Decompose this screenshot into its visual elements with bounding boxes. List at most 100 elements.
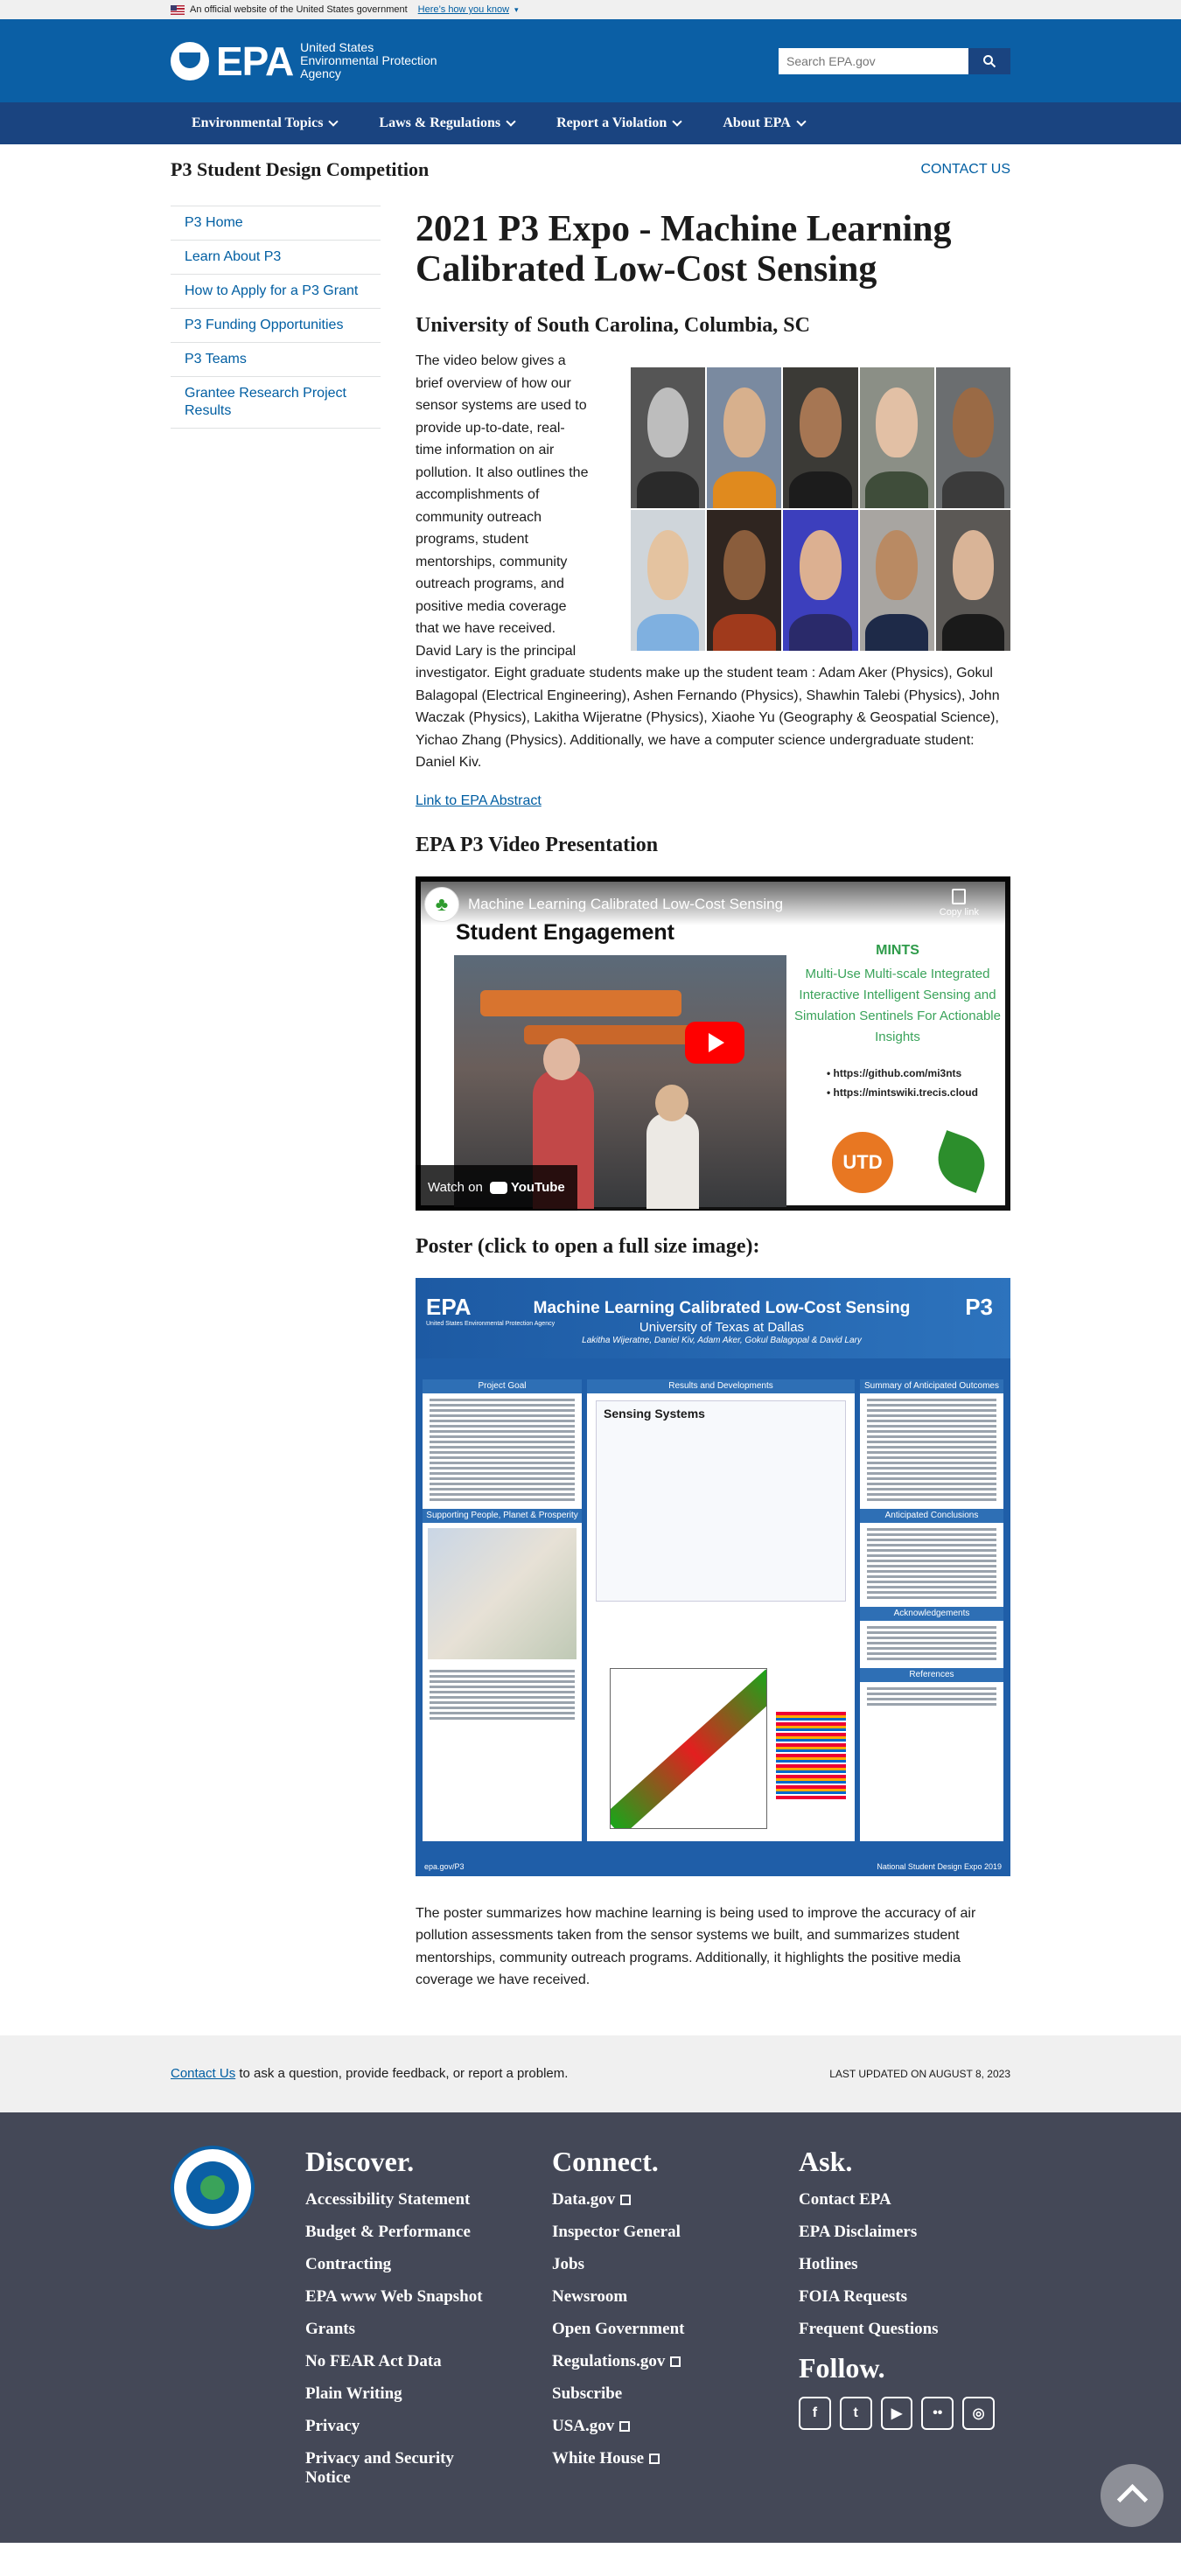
utd-logo: UTD — [832, 1131, 893, 1193]
us-flag-icon — [171, 4, 185, 15]
footer-link[interactable]: Budget & Performance — [305, 2223, 501, 2242]
footer-link[interactable]: Contact EPA — [799, 2190, 995, 2209]
instagram-icon[interactable]: ◎ — [962, 2396, 995, 2430]
importance-bars — [776, 1711, 846, 1799]
footer-link[interactable]: Hotlines — [799, 2255, 995, 2274]
external-link-icon — [620, 2194, 632, 2205]
page-subtitle: University of South Carolina, Columbia, … — [416, 314, 810, 337]
footer-link[interactable]: Open Government — [552, 2320, 748, 2339]
poster-footer-left: epa.gov/P3 — [424, 1861, 465, 1871]
heres-how-you-know-link[interactable]: Here’s how you know — [418, 4, 509, 15]
search-form — [779, 47, 1010, 74]
footer-link[interactable]: Newsroom — [552, 2287, 748, 2307]
footer-link[interactable]: EPA Disclaimers — [799, 2223, 995, 2242]
copy-link-button[interactable]: Copy link — [939, 888, 979, 918]
footer-link[interactable]: Privacy and Security Notice — [305, 2449, 501, 2488]
video-title[interactable]: Machine Learning Calibrated Low-Cost Sen… — [468, 896, 783, 913]
search-button[interactable] — [968, 47, 1010, 74]
footer-link[interactable]: Data.gov — [552, 2190, 748, 2209]
footer-link[interactable]: FOIA Requests — [799, 2287, 995, 2307]
team-photo — [631, 510, 706, 651]
footer-link[interactable]: Subscribe — [552, 2384, 748, 2404]
back-to-top-button[interactable] — [1101, 2463, 1164, 2527]
contact-us-link[interactable]: CONTACT US — [920, 162, 1010, 178]
footer-link[interactable]: No FEAR Act Data — [305, 2352, 501, 2371]
youtube-icon[interactable]: ▶ — [880, 2396, 913, 2430]
nav-about-epa[interactable]: About EPA — [702, 115, 826, 131]
channel-avatar-clover-icon[interactable]: ♣ — [424, 886, 459, 922]
poster-column: Summary of Anticipated Outcomes Anticipa… — [860, 1379, 1003, 1841]
sidenav-item[interactable]: P3 Home — [171, 206, 381, 241]
search-icon — [983, 54, 996, 67]
search-input[interactable] — [779, 47, 968, 74]
footer-link[interactable]: EPA www Web Snapshot — [305, 2287, 501, 2307]
footer-link[interactable]: Plain Writing — [305, 2384, 501, 2404]
feedback-contact-link[interactable]: Contact Us — [171, 2066, 235, 2081]
team-photo — [935, 510, 1010, 651]
nav-label: About EPA — [723, 115, 791, 130]
footer-discover: Discover. Accessibility Statement Budget… — [305, 2146, 501, 2501]
mints-description: Multi-Use Multi-scale Integrated Interac… — [794, 966, 1001, 1044]
poster-image-link[interactable]: EPA United States Environmental Protectio… — [416, 1277, 1010, 1876]
footer-link[interactable]: Frequent Questions — [799, 2320, 995, 2339]
official-banner-text: An official website of the United States… — [190, 4, 408, 15]
feedback-description: to ask a question, provide feedback, or … — [235, 2066, 569, 2081]
nav-label: Laws & Regulations — [379, 115, 501, 130]
copy-link-label: Copy link — [939, 906, 979, 918]
footer-link[interactable]: Regulations.gov — [552, 2352, 748, 2371]
team-photo — [783, 367, 858, 508]
epa-abstract-link[interactable]: Link to EPA Abstract — [416, 793, 542, 809]
footer-link[interactable]: Privacy — [305, 2417, 501, 2436]
footer-link[interactable]: Grants — [305, 2320, 501, 2339]
footer-link[interactable]: USA.gov — [552, 2417, 748, 2436]
poster-column-heading: Results and Developments — [587, 1379, 855, 1393]
sidenav-item[interactable]: How to Apply for a P3 Grant — [171, 275, 381, 309]
team-photo — [707, 510, 782, 651]
twitter-icon[interactable]: t — [839, 2396, 872, 2430]
poster-footer-right: National Student Design Expo 2019 — [877, 1861, 1002, 1871]
nav-report-violation[interactable]: Report a Violation — [535, 115, 702, 131]
site-footer: Discover. Accessibility Statement Budget… — [0, 2112, 1181, 2543]
external-link-icon — [649, 2453, 660, 2464]
watch-on-youtube-button[interactable]: Watch on YouTube — [416, 1164, 577, 1211]
main-nav: Environmental Topics Laws & Regulations … — [0, 102, 1181, 144]
poster-column: Project Goal Supporting People, Planet &… — [423, 1379, 582, 1841]
nav-environmental-topics[interactable]: Environmental Topics — [171, 115, 358, 131]
poster-logo-text: EPA — [426, 1293, 472, 1320]
facebook-icon[interactable]: f — [799, 2396, 831, 2430]
sidenav-item[interactable]: Learn About P3 — [171, 241, 381, 275]
section-title[interactable]: P3 Student Design Competition — [171, 158, 429, 181]
calibration-scatter-plot — [610, 1667, 767, 1829]
nav-laws-regulations[interactable]: Laws & Regulations — [358, 115, 535, 131]
sidenav-item[interactable]: P3 Funding Opportunities — [171, 309, 381, 343]
footer-link-label: Regulations.gov — [552, 2351, 666, 2370]
footer-link[interactable]: Contracting — [305, 2255, 501, 2274]
play-button[interactable] — [685, 1021, 744, 1064]
poster-university: University of Texas at Dallas — [639, 1319, 805, 1335]
footer-link[interactable]: Inspector General — [552, 2223, 748, 2242]
section-bar: P3 Student Design Competition CONTACT US — [0, 144, 1181, 195]
flickr-icon[interactable]: •• — [921, 2396, 954, 2430]
footer-link[interactable]: Accessibility Statement — [305, 2190, 501, 2209]
chevron-down-icon — [328, 116, 339, 127]
poster-column-heading: Supporting People, Planet & Prosperity — [423, 1508, 582, 1523]
page-title: 2021 P3 Expo - Machine Learning Calibrat… — [416, 209, 952, 290]
epa-logo[interactable]: EPA United States Environmental Protecti… — [171, 38, 440, 85]
mints-url: • https://github.com/mi3nts — [827, 1066, 962, 1079]
footer-link-label: USA.gov — [552, 2416, 615, 2435]
footer-heading: Discover. — [305, 2145, 415, 2177]
poster-column-heading: References — [860, 1667, 1003, 1682]
footer-link[interactable]: White House — [552, 2449, 748, 2468]
watch-label: Watch on — [428, 1180, 483, 1195]
footer-link[interactable]: Jobs — [552, 2255, 748, 2274]
youtube-icon — [489, 1181, 507, 1194]
sidenav-item[interactable]: P3 Teams — [171, 343, 381, 377]
sidenav-item[interactable]: Grantee Research Project Results — [171, 377, 381, 429]
team-photo — [783, 510, 858, 651]
video-player[interactable]: Student Engagement MINTS Multi-Use Multi… — [416, 876, 1010, 1211]
footer-link-label: White House — [552, 2448, 645, 2468]
team-photo — [631, 367, 706, 508]
team-photo — [859, 367, 934, 508]
youtube-text: YouTube — [510, 1180, 565, 1195]
footer-connect: Connect. Data.gov Inspector General Jobs… — [552, 2146, 748, 2501]
